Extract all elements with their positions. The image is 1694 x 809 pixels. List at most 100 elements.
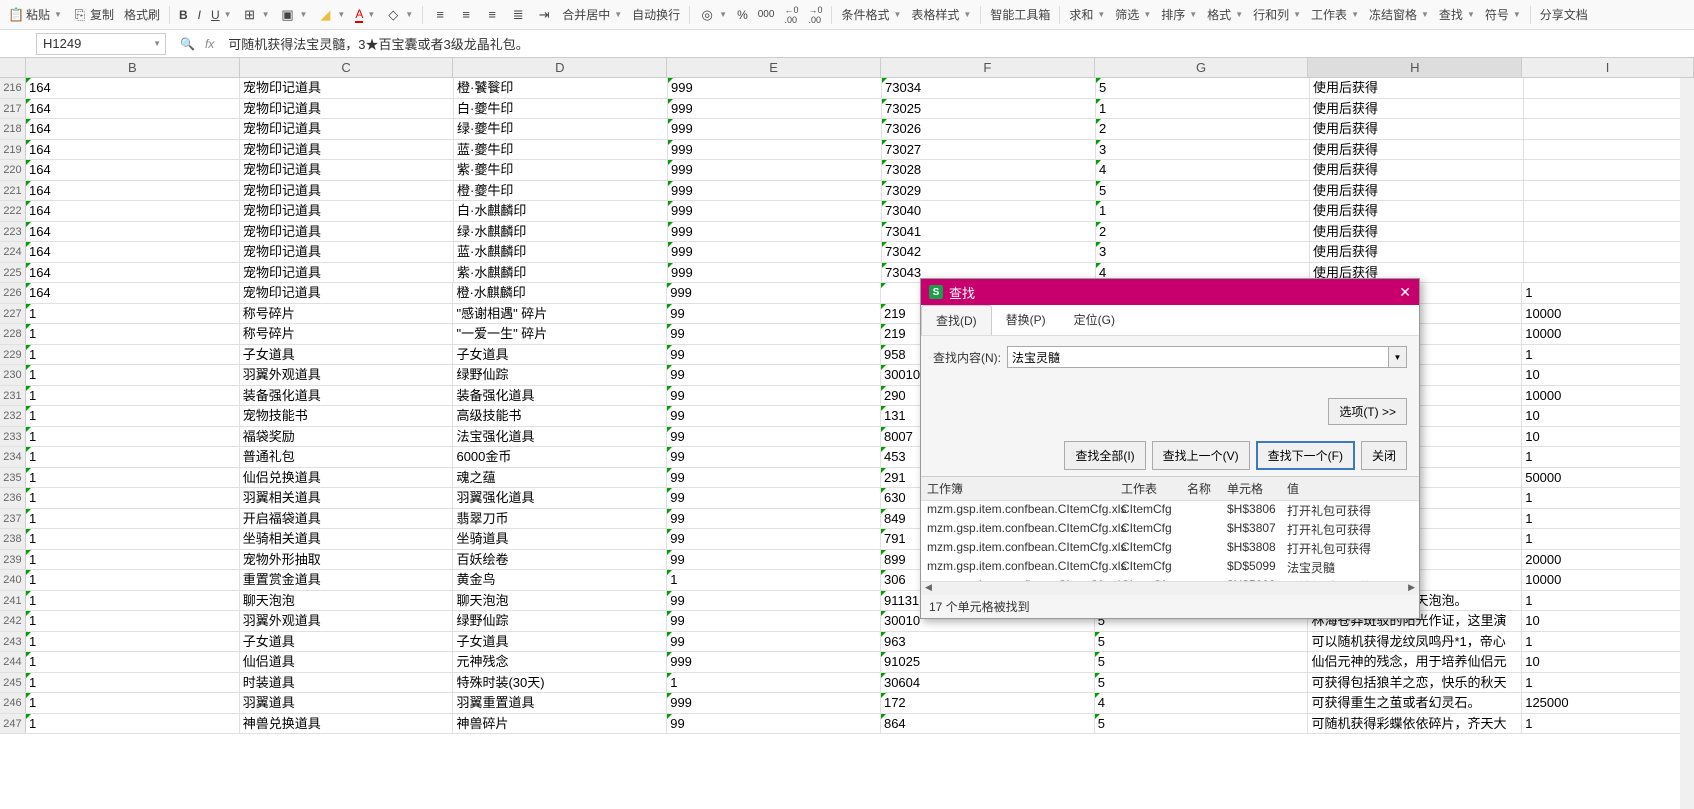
cell[interactable]: 仙侣道具 xyxy=(240,652,454,672)
fx-icon[interactable]: fx xyxy=(205,37,214,51)
cell[interactable]: 10000 xyxy=(1522,386,1694,406)
cell[interactable]: 宠物印记道具 xyxy=(240,140,454,160)
cell[interactable]: 10000 xyxy=(1522,570,1694,590)
cell[interactable]: 125000 xyxy=(1522,693,1694,713)
cell[interactable]: 5 xyxy=(1095,673,1309,693)
cell[interactable]: 164 xyxy=(26,201,240,221)
cell[interactable]: 可随机获得彩蝶依依碎片，齐天大 xyxy=(1308,714,1522,734)
cell[interactable]: 使用后获得 1 xyxy=(1310,242,1524,262)
filter-button[interactable]: 筛选▼ xyxy=(1111,4,1155,25)
align-left-button[interactable]: ≡ xyxy=(428,5,452,25)
cell[interactable]: 蓝·水麒麟印 xyxy=(454,242,668,262)
row-col-button[interactable]: 行和列▼ xyxy=(1249,4,1305,25)
cell[interactable]: 91025 xyxy=(881,652,1095,672)
cell[interactable]: 白·夔牛印 xyxy=(454,99,668,119)
result-row[interactable]: mzm.gsp.item.confbean.CItemCfg.xlsCItemC… xyxy=(921,501,1419,520)
select-all-corner[interactable] xyxy=(0,58,26,77)
row-header[interactable]: 220 xyxy=(0,160,26,180)
cell[interactable]: 99 xyxy=(667,714,881,734)
cell[interactable]: 神兽碎片 xyxy=(453,714,667,734)
cell[interactable]: 99 xyxy=(667,304,881,324)
cell[interactable]: 1 xyxy=(26,324,240,344)
cell[interactable]: 999 xyxy=(668,242,882,262)
sum-button[interactable]: 求和▼ xyxy=(1065,4,1109,25)
cell[interactable]: 使用后获得 1 xyxy=(1310,201,1524,221)
cell[interactable]: 1 xyxy=(1522,529,1694,549)
borders-button[interactable]: ⊞▼ xyxy=(238,5,274,25)
align-justify-button[interactable]: ≣ xyxy=(506,5,530,25)
tab-goto[interactable]: 定位(G) xyxy=(1060,305,1129,335)
row-header[interactable]: 222 xyxy=(0,201,26,221)
cell[interactable]: 绿野仙踪 xyxy=(453,611,667,631)
highlight-button[interactable]: ◢▼ xyxy=(313,5,349,25)
thousands-button[interactable]: 000 xyxy=(754,7,779,22)
row-header[interactable]: 218 xyxy=(0,119,26,139)
col-header-E[interactable]: E xyxy=(667,58,881,77)
cell[interactable]: 子女道具 xyxy=(240,632,454,652)
dialog-close-button[interactable]: ✕ xyxy=(1399,284,1411,301)
row-header[interactable]: 232 xyxy=(0,406,26,426)
cell[interactable]: 宠物印记道具 xyxy=(240,263,454,283)
format-button[interactable]: 格式▼ xyxy=(1203,4,1247,25)
cell[interactable]: 999 xyxy=(668,222,882,242)
row-header[interactable]: 238 xyxy=(0,529,26,549)
cell[interactable]: 999 xyxy=(668,160,882,180)
row-header[interactable]: 233 xyxy=(0,427,26,447)
cell[interactable]: 1 xyxy=(26,673,240,693)
cell[interactable]: 使用后获得 1 xyxy=(1310,78,1524,98)
cell[interactable]: 10 xyxy=(1522,365,1694,385)
cell[interactable]: 1 xyxy=(26,304,240,324)
cell[interactable]: 1 xyxy=(1522,447,1694,467)
zoom-icon[interactable]: 🔍 xyxy=(180,37,195,51)
cell[interactable]: 864 xyxy=(881,714,1095,734)
cell[interactable]: 1 xyxy=(26,447,240,467)
vertical-scrollbar[interactable] xyxy=(1680,78,1694,809)
cell[interactable]: 73025 xyxy=(882,99,1096,119)
tab-find[interactable]: 查找(D) xyxy=(921,305,992,335)
cell[interactable]: 1 xyxy=(1522,283,1694,303)
row-header[interactable]: 244 xyxy=(0,652,26,672)
cell[interactable]: 3 xyxy=(1096,242,1310,262)
cell[interactable]: 1 xyxy=(26,714,240,734)
row-header[interactable]: 223 xyxy=(0,222,26,242)
row-header[interactable]: 234 xyxy=(0,447,26,467)
cell[interactable]: 164 xyxy=(26,222,240,242)
cell[interactable]: 羽翼外观道具 xyxy=(240,365,454,385)
cell[interactable]: 子女道具 xyxy=(453,345,667,365)
cell[interactable]: 999 xyxy=(668,201,882,221)
cell[interactable]: 164 xyxy=(26,160,240,180)
cell[interactable]: 开启福袋道具 xyxy=(240,509,454,529)
cell[interactable]: 紫·水麒麟印 xyxy=(454,263,668,283)
cell[interactable]: 元神残念 xyxy=(453,652,667,672)
cell[interactable]: 可获得重生之茧或者幻灵石。 xyxy=(1308,693,1522,713)
cell[interactable]: 宠物印记道具 xyxy=(240,242,454,262)
cell[interactable]: 10 xyxy=(1522,406,1694,426)
hdr-value[interactable]: 值 xyxy=(1287,480,1397,497)
row-header[interactable]: 236 xyxy=(0,488,26,508)
cell[interactable]: 1 xyxy=(26,345,240,365)
cell[interactable]: 73027 xyxy=(882,140,1096,160)
cell[interactable]: 宠物印记道具 xyxy=(240,160,454,180)
cell[interactable]: 宠物印记道具 xyxy=(240,201,454,221)
find-all-button[interactable]: 查找全部(I) xyxy=(1064,441,1145,470)
cell[interactable]: 神兽兑换道具 xyxy=(240,714,454,734)
find-next-button[interactable]: 查找下一个(F) xyxy=(1256,441,1355,470)
cell[interactable]: 聊天泡泡 xyxy=(240,591,454,611)
fill-color-button[interactable]: ▣▼ xyxy=(276,5,312,25)
format-painter-button[interactable]: 格式刷 xyxy=(120,4,164,25)
copy-button[interactable]: ⎘复制 xyxy=(68,4,118,25)
cell[interactable]: 仙侣元神的残念，用于培养仙侣元 xyxy=(1308,652,1522,672)
percent-button[interactable]: % xyxy=(733,6,752,24)
cell[interactable]: 999 xyxy=(668,140,882,160)
cell[interactable]: 73029 xyxy=(882,181,1096,201)
cell[interactable]: 百妖绘卷 xyxy=(453,550,667,570)
cell[interactable]: 装备强化道具 xyxy=(240,386,454,406)
cell[interactable]: 73040 xyxy=(882,201,1096,221)
cell[interactable]: 99 xyxy=(667,386,881,406)
cell[interactable]: 使用后获得 1 xyxy=(1310,222,1524,242)
cell[interactable]: 羽翼道具 xyxy=(240,693,454,713)
col-header-G[interactable]: G xyxy=(1095,58,1309,77)
freeze-button[interactable]: 冻结窗格▼ xyxy=(1365,4,1433,25)
italic-button[interactable]: I xyxy=(194,6,205,24)
cell[interactable]: 紫·夔牛印 xyxy=(454,160,668,180)
